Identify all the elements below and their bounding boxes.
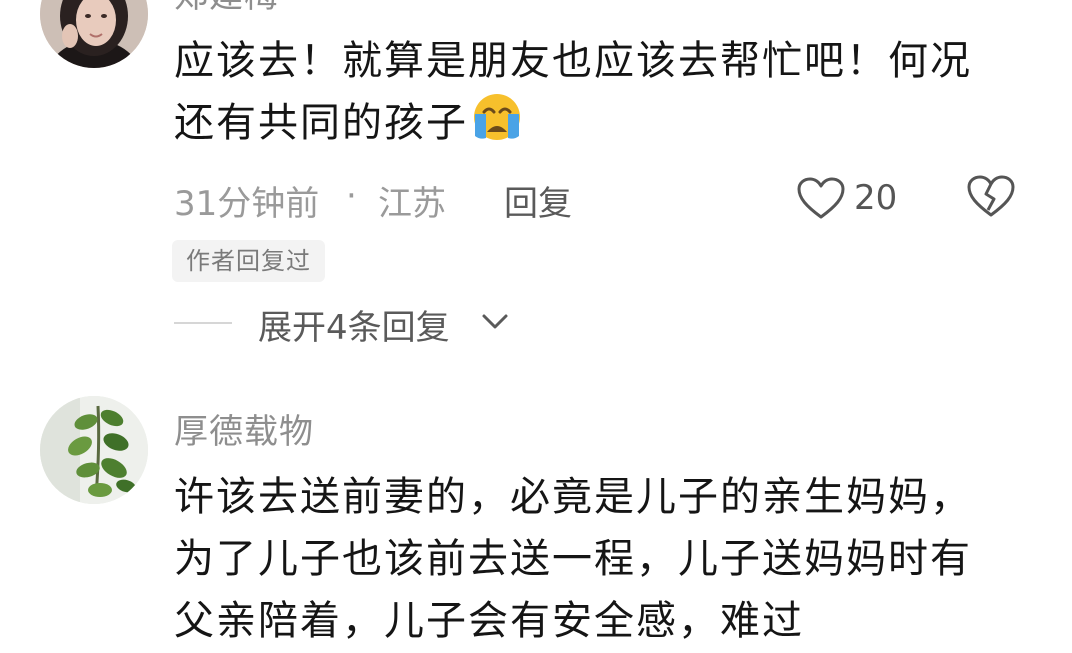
broken-heart-icon — [967, 175, 1015, 217]
avatar-photo — [40, 0, 148, 68]
dislike-button[interactable] — [966, 174, 1016, 222]
divider-line — [174, 322, 232, 324]
crying-face-icon — [470, 92, 524, 160]
author-replied-tag: 作者回复过 — [172, 240, 325, 282]
avatar[interactable] — [40, 396, 148, 504]
comment-text-body: 应该去！就算是朋友也应该去帮忙吧！何况还有共同的孩子 — [174, 38, 972, 146]
comment-username[interactable]: 郑建梅 — [174, 0, 279, 17]
chevron-down-icon — [482, 314, 508, 329]
comment-location: 江苏 — [378, 184, 446, 224]
comment-text: 许该去送前妻的，必竟是儿子的亲生妈妈，为了儿子也该前去送一程，儿子送妈妈时有父亲… — [174, 474, 972, 644]
comment-time: 31分钟前 — [174, 184, 320, 224]
comment-meta: 31分钟前 · 江苏 回复 — [174, 172, 1034, 225]
meta-separator: · — [346, 176, 357, 216]
comment-item: 郑建梅 应该去！就算是朋友也应该去帮忙吧！何况还有共同的孩子 31分钟前 · 江… — [0, 0, 1072, 380]
like-count: 20 — [854, 178, 898, 218]
avatar-photo — [40, 396, 148, 504]
comment-username[interactable]: 厚德载物 — [174, 404, 314, 453]
reply-button[interactable]: 回复 — [504, 176, 572, 225]
expand-replies-label: 展开4条回复 — [258, 308, 450, 348]
comment-text: 应该去！就算是朋友也应该去帮忙吧！何况还有共同的孩子 — [174, 30, 1004, 160]
avatar[interactable] — [40, 0, 148, 68]
comment-item: 厚德载物 许该去送前妻的，必竟是儿子的亲生妈妈，为了儿子也该前去送一程，儿子送妈… — [0, 380, 1072, 653]
heart-icon — [797, 177, 845, 219]
